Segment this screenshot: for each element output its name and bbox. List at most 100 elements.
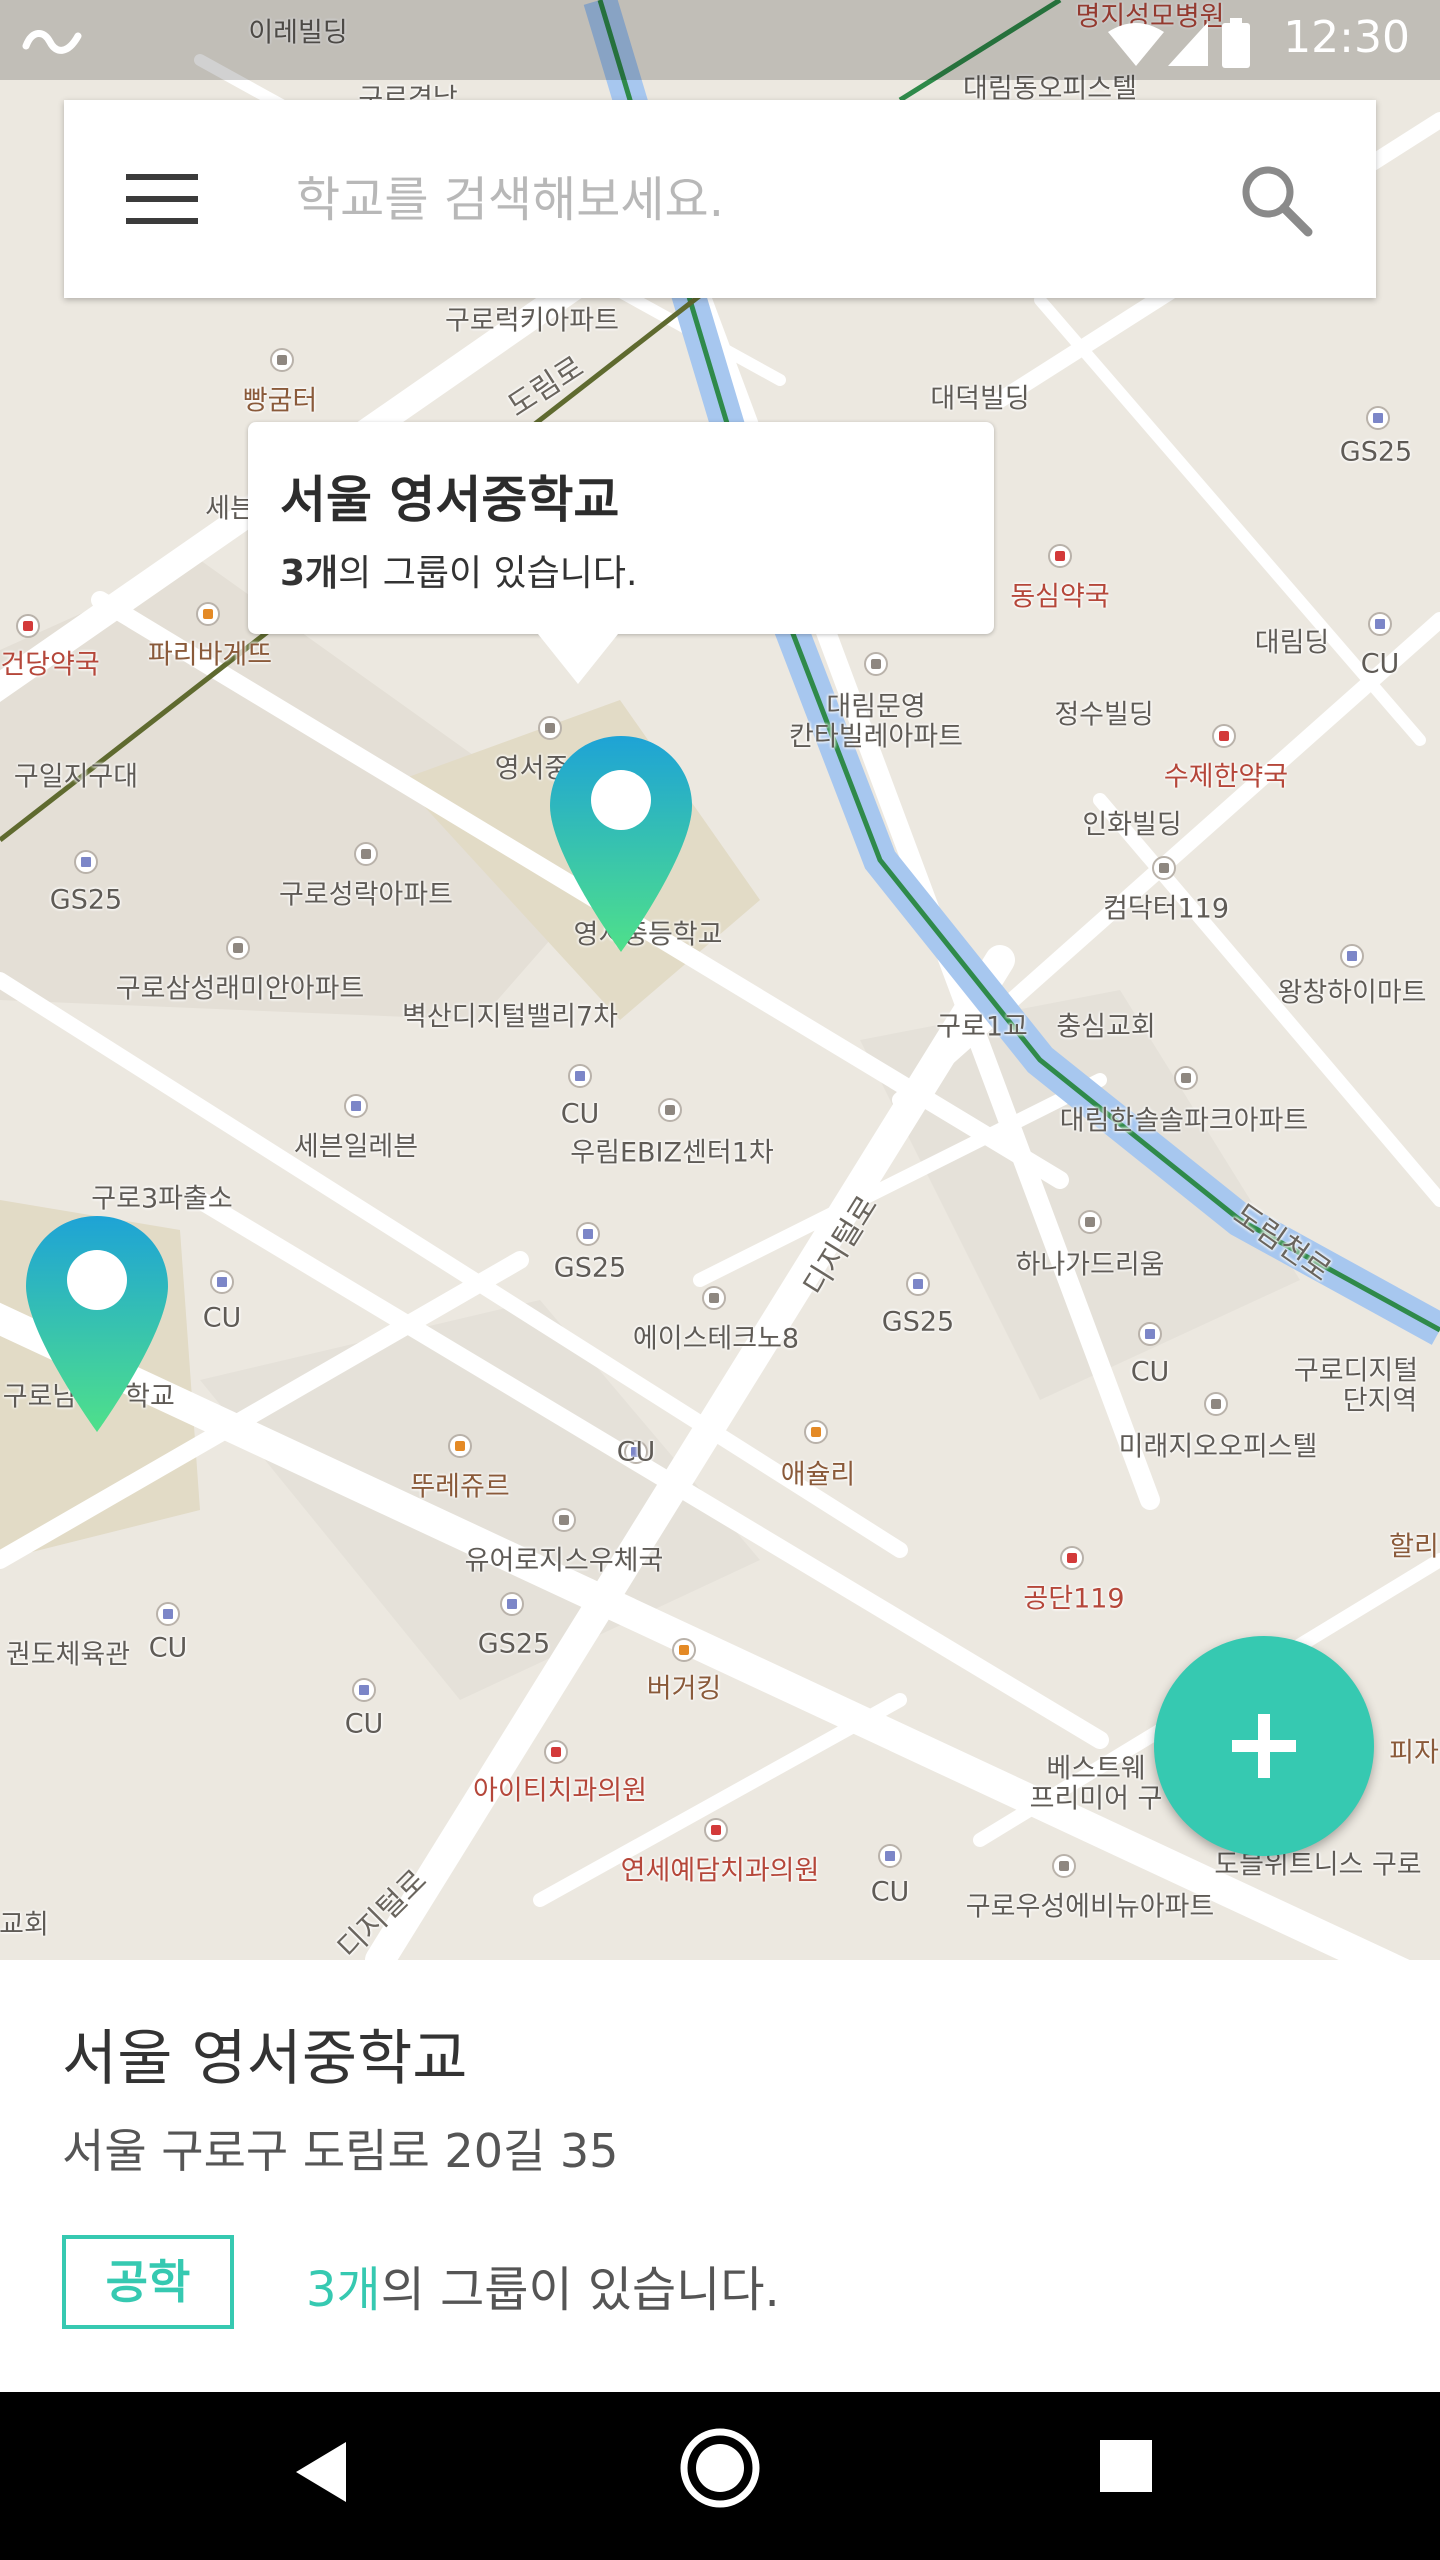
poi-marker[interactable] <box>878 1844 902 1868</box>
search-icon[interactable] <box>1236 160 1316 240</box>
map-label: 구로우성에비뉴아파트 <box>965 1891 1215 1923</box>
poi-marker[interactable] <box>354 842 378 866</box>
map-label: 구로3파출소 <box>91 1183 233 1215</box>
poi-marker[interactable] <box>1204 1392 1228 1416</box>
map-label: CU <box>1130 1356 1170 1388</box>
poi-marker[interactable] <box>156 1602 180 1626</box>
map-label: 우림EBIZ센터1차 <box>570 1137 774 1169</box>
map-label: 구일지구대 <box>13 761 139 793</box>
map-info-window[interactable]: 서울 영서중학교 3개의 그룹이 있습니다. <box>248 422 994 684</box>
poi-marker[interactable] <box>658 1098 682 1122</box>
poi-marker[interactable] <box>702 1286 726 1310</box>
poi-marker[interactable] <box>544 1740 568 1764</box>
poi-marker[interactable] <box>552 1508 576 1532</box>
poi-marker[interactable] <box>864 652 888 676</box>
map-label: 수제한약국 <box>1163 761 1289 793</box>
map-label: 칸타빌레아파트 <box>789 721 963 753</box>
map-label: 건당약국 <box>0 649 100 681</box>
info-window-count: 3개 <box>280 553 339 594</box>
group-count-suffix: 의 그룹이 있습니다. <box>380 2262 780 2318</box>
back-icon[interactable] <box>286 2432 356 2512</box>
poi-marker[interactable] <box>568 1064 592 1088</box>
map-label: CU <box>870 1876 910 1908</box>
poi-marker[interactable] <box>1366 406 1390 430</box>
map-label: 교회 <box>0 1909 49 1941</box>
poi-marker[interactable] <box>804 1420 828 1444</box>
map-label: 대림한솔솔파크아파트 <box>1059 1105 1309 1137</box>
map-label: GS25 <box>881 1306 955 1338</box>
map-label: GS25 <box>1339 436 1413 468</box>
map-label: 피자 <box>1389 1737 1439 1769</box>
map-label: CU <box>202 1302 242 1334</box>
map-label: 빵굼터 <box>242 385 318 417</box>
search-input[interactable] <box>294 150 1248 250</box>
map-label: 대덕빌딩 <box>930 383 1030 415</box>
map-label: CU <box>148 1632 188 1664</box>
poi-marker[interactable] <box>1152 856 1176 880</box>
map-label: 단지역 <box>1342 1385 1418 1417</box>
app-icon <box>22 30 82 54</box>
poi-marker[interactable] <box>1048 544 1072 568</box>
map-label: 권도체육관 <box>5 1639 131 1671</box>
poi-marker[interactable] <box>1052 1854 1076 1878</box>
poi-marker[interactable] <box>1368 612 1392 636</box>
add-button[interactable] <box>1154 1636 1374 1856</box>
map-label: 컴닥터119 <box>1102 893 1230 925</box>
school-name: 서울 영서중학교 <box>62 2024 468 2094</box>
map-label: 대림딩 <box>1254 627 1330 659</box>
poi-marker[interactable] <box>1212 724 1236 748</box>
home-icon[interactable] <box>678 2426 762 2510</box>
poi-marker[interactable] <box>1078 1210 1102 1234</box>
map-label: CU <box>560 1098 600 1130</box>
poi-marker[interactable] <box>210 1270 234 1294</box>
poi-marker[interactable] <box>270 348 294 372</box>
group-count-text: 3개의 그룹이 있습니다. <box>306 2250 780 2320</box>
poi-marker[interactable] <box>226 936 250 960</box>
battery-icon <box>1222 18 1250 68</box>
school-detail-sheet[interactable]: 서울 영서중학교 서울 구로구 도림로 20길 35 공학 3개의 그룹이 있습… <box>0 1960 1440 2392</box>
map-label: 정수빌딩 <box>1054 699 1154 731</box>
info-window-title: 서울 영서중학교 <box>280 471 620 529</box>
poi-marker[interactable] <box>352 1678 376 1702</box>
status-time: 12:30 <box>1283 12 1410 63</box>
map-label: 할리 <box>1389 1531 1439 1563</box>
search-bar <box>64 100 1376 298</box>
map-label: 왕창하이마트 <box>1277 977 1427 1009</box>
poi-marker[interactable] <box>1174 1066 1198 1090</box>
poi-marker[interactable] <box>704 1818 728 1842</box>
poi-marker[interactable] <box>672 1638 696 1662</box>
map-label: GS25 <box>49 884 123 916</box>
map-label: 구로1교 <box>936 1011 1028 1043</box>
poi-marker[interactable] <box>500 1592 524 1616</box>
map-label: CU <box>344 1708 384 1740</box>
poi-marker[interactable] <box>16 614 40 638</box>
map-label: 유어로지스우체국 <box>464 1545 664 1577</box>
recents-icon[interactable] <box>1098 2438 1154 2494</box>
map-label: CU <box>616 1436 656 1468</box>
map-label: 동심약국 <box>1010 581 1110 613</box>
poi-marker[interactable] <box>906 1272 930 1296</box>
poi-marker[interactable] <box>74 850 98 874</box>
navigation-bar <box>0 2392 1440 2560</box>
group-count: 3개 <box>306 2262 381 2318</box>
menu-icon[interactable] <box>126 170 202 228</box>
poi-marker[interactable] <box>576 1222 600 1246</box>
school-pin[interactable] <box>24 1214 170 1434</box>
map-label: 프리미어 구 <box>1029 1783 1163 1815</box>
map-label: 버거킹 <box>646 1673 722 1705</box>
school-type-tag: 공학 <box>62 2235 234 2329</box>
map-label: 파리바게뜨 <box>147 639 273 671</box>
map-label: 충심교회 <box>1056 1011 1156 1043</box>
poi-marker[interactable] <box>196 602 220 626</box>
poi-marker[interactable] <box>1340 944 1364 968</box>
school-address: 서울 구로구 도림로 20길 35 <box>62 2124 619 2178</box>
poi-marker[interactable] <box>1060 1546 1084 1570</box>
status-bar: 12:30 <box>0 0 1440 80</box>
school-pin-selected[interactable] <box>548 734 694 954</box>
poi-marker[interactable] <box>1138 1322 1162 1346</box>
map-label: 구로성락아파트 <box>279 879 453 911</box>
poi-marker[interactable] <box>344 1094 368 1118</box>
map-label: 하나가드리움 <box>1015 1249 1165 1281</box>
poi-marker[interactable] <box>448 1434 472 1458</box>
map-label: GS25 <box>553 1252 627 1284</box>
